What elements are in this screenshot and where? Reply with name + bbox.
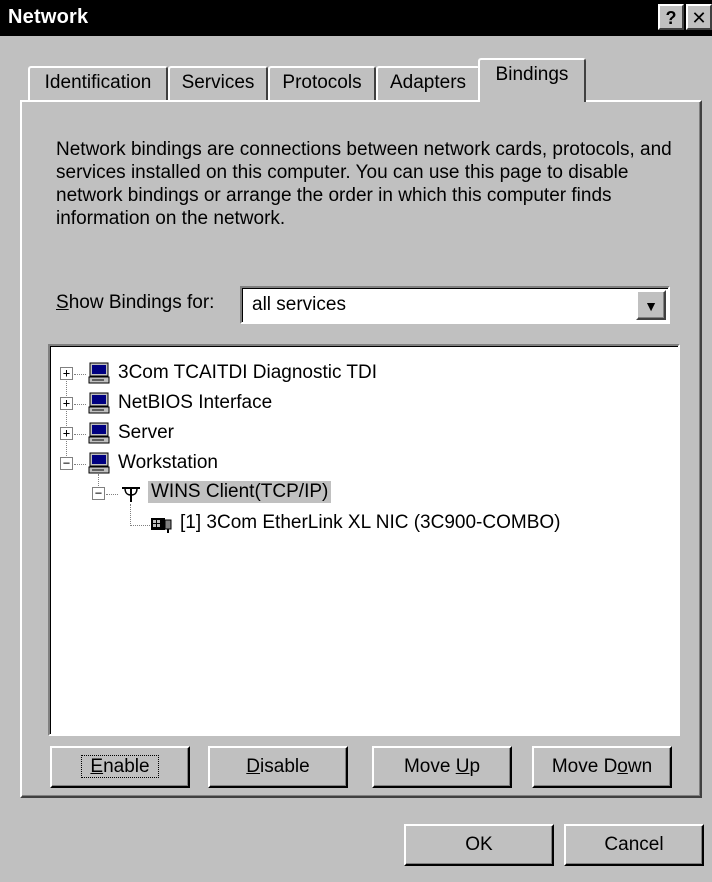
close-button[interactable]: ✕ <box>686 4 712 30</box>
enable-button[interactable]: Enable <box>50 746 190 788</box>
tab-protocols[interactable]: Protocols <box>268 66 376 100</box>
expand-icon[interactable]: + <box>60 397 73 410</box>
tree-item-label: [1] 3Com EtherLink XL NIC (3C900-COMBO) <box>180 512 561 533</box>
window-title: Network <box>8 6 89 28</box>
computer-icon <box>88 452 110 474</box>
disable-button[interactable]: Disable <box>208 746 348 788</box>
tree-item-label: Workstation <box>118 452 218 473</box>
computer-icon <box>88 422 110 444</box>
expand-icon[interactable]: + <box>60 427 73 440</box>
tree-item[interactable]: + NetBIOS Interface <box>50 390 650 420</box>
move-up-button[interactable]: Move Up <box>372 746 512 788</box>
title-bar[interactable]: Network ? ✕ <box>0 0 712 36</box>
expand-icon[interactable]: + <box>60 367 73 380</box>
network-dialog: Network ? ✕ Identification Services Prot… <box>0 0 712 882</box>
collapse-icon[interactable]: − <box>92 487 105 500</box>
tab-identification[interactable]: Identification <box>28 66 168 100</box>
bindings-description: Network bindings are connections between… <box>56 139 672 229</box>
tree-item[interactable]: [1] 3Com EtherLink XL NIC (3C900-COMBO) <box>50 510 670 540</box>
move-down-button[interactable]: Move Down <box>532 746 672 788</box>
tree-item[interactable]: + Server <box>50 420 650 450</box>
tree-item[interactable]: − WINS Client(TCP/IP) <box>50 480 650 510</box>
ok-button[interactable]: OK <box>404 824 554 866</box>
tree-item[interactable]: + 3Com TCAITDI Diagnostic TDI <box>50 360 650 390</box>
tree-item-label-selected: WINS Client(TCP/IP) <box>148 481 332 503</box>
tree-item-label: 3Com TCAITDI Diagnostic TDI <box>118 362 378 383</box>
tab-services[interactable]: Services <box>168 66 268 100</box>
help-button[interactable]: ? <box>658 4 684 30</box>
network-card-icon <box>151 518 172 533</box>
protocol-icon <box>122 487 140 502</box>
show-bindings-dropdown[interactable]: all services ▼ <box>240 286 670 324</box>
dropdown-arrow-icon[interactable]: ▼ <box>636 290 666 320</box>
tree-item-label: Server <box>118 422 174 443</box>
bindings-tree[interactable]: + 3Com TCAITDI Diagnostic TDI + NetBIOS … <box>48 344 680 736</box>
cancel-button[interactable]: Cancel <box>564 824 704 866</box>
show-bindings-value: all services <box>252 294 346 315</box>
tree-item[interactable]: − Workstation <box>50 450 650 480</box>
tab-adapters[interactable]: Adapters <box>376 66 480 100</box>
computer-icon <box>88 362 110 384</box>
collapse-icon[interactable]: − <box>60 457 73 470</box>
tree-item-label: NetBIOS Interface <box>118 392 273 413</box>
tab-bindings[interactable]: Bindings <box>478 58 586 102</box>
show-bindings-label: Show Bindings for: <box>56 292 215 313</box>
computer-icon <box>88 392 110 414</box>
